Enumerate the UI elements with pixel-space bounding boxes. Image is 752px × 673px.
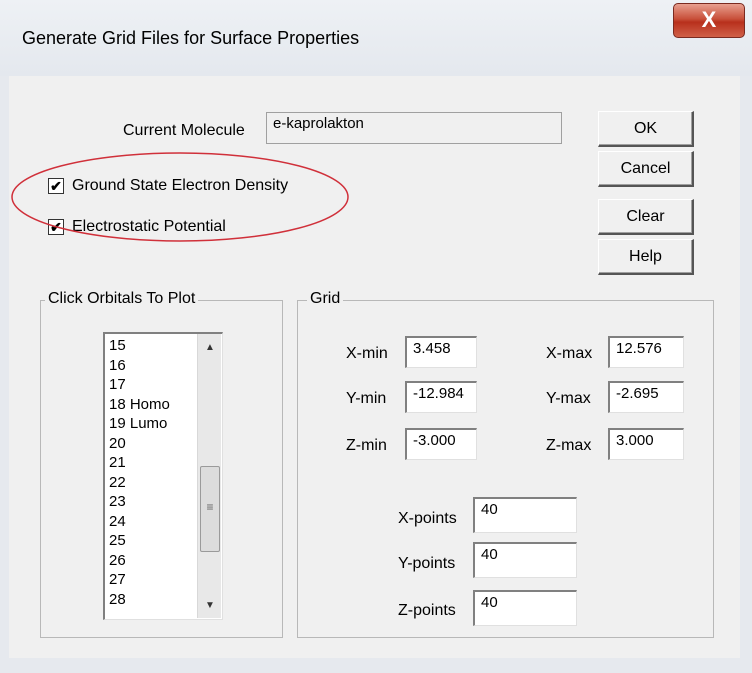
clear-button[interactable]: Clear <box>598 199 694 235</box>
scroll-thumb[interactable]: ≡ <box>200 466 220 552</box>
window-frame-right <box>740 76 752 673</box>
orbital-list-item[interactable]: 23 <box>109 494 126 510</box>
x-min-input[interactable]: 3.458 <box>405 336 477 368</box>
orbital-list-item[interactable]: 27 <box>109 572 126 588</box>
orbital-list-item[interactable]: 18 Homo <box>109 396 170 413</box>
orbital-list-item[interactable]: 24 <box>109 513 126 530</box>
orbital-list-item[interactable]: 22 <box>109 474 126 491</box>
z-min-input[interactable]: -3.000 <box>405 428 477 460</box>
orbital-list-item[interactable]: 19 Lumo <box>109 416 167 432</box>
x-points-input[interactable]: 40 <box>473 497 577 533</box>
grid-group-title: Grid <box>307 290 344 308</box>
scroll-up-arrow-icon[interactable]: ▲ <box>198 342 222 353</box>
window-title: Generate Grid Files for Surface Properti… <box>22 28 360 48</box>
x-max-input[interactable]: 12.576 <box>608 336 684 368</box>
current-molecule-field: e-kaprolakton <box>266 112 562 144</box>
x-min-label: X-min <box>346 345 388 362</box>
x-max-label: X-max <box>546 345 593 362</box>
z-max-label: Z-max <box>546 437 592 454</box>
cancel-button[interactable]: Cancel <box>598 151 694 187</box>
x-points-label: X-points <box>398 510 457 527</box>
orbital-list-item[interactable]: 15 <box>109 338 126 354</box>
help-button[interactable]: Help <box>598 239 694 275</box>
orbital-list-item[interactable]: 20 <box>109 435 126 452</box>
orbital-list-item[interactable]: 17 <box>109 377 126 393</box>
z-points-label: Z-points <box>398 602 456 619</box>
window-frame-bottom <box>0 658 752 673</box>
dialog-window: Generate Grid Files for Surface Properti… <box>0 0 752 673</box>
y-points-label: Y-points <box>398 555 456 572</box>
y-max-label: Y-max <box>546 390 591 407</box>
orbital-listbox[interactable]: 15 16 17 18 Homo 19 Lumo 20 21 22 23 24 25 26 27 28 ▲… <box>103 332 223 620</box>
z-min-label: Z-min <box>346 437 387 454</box>
y-min-label: Y-min <box>346 390 387 407</box>
z-points-input[interactable]: 40 <box>473 590 577 626</box>
orbital-list-item[interactable]: 28 <box>109 591 126 608</box>
ok-button[interactable]: OK <box>598 111 694 147</box>
orbital-list-item[interactable]: 21 <box>109 455 126 471</box>
orbital-list-item[interactable]: 16 <box>109 357 126 374</box>
orbital-scrollbar[interactable]: ▲ ≡ ▼ <box>197 334 221 618</box>
y-points-input[interactable]: 40 <box>473 542 577 578</box>
title-bar[interactable]: Generate Grid Files for Surface Properti… <box>0 0 752 76</box>
current-molecule-label: Current Molecule <box>123 122 245 139</box>
y-max-input[interactable]: -2.695 <box>608 381 684 413</box>
z-max-input[interactable]: 3.000 <box>608 428 684 460</box>
orbital-list-item[interactable]: 25 <box>109 533 126 549</box>
close-button[interactable]: X <box>673 3 745 38</box>
annotation-ellipse <box>11 152 349 242</box>
orbitals-group-title: Click Orbitals To Plot <box>45 290 199 308</box>
y-min-input[interactable]: -12.984 <box>405 381 477 413</box>
scroll-down-arrow-icon[interactable]: ▼ <box>198 600 222 611</box>
orbital-list-item[interactable]: 26 <box>109 552 126 569</box>
